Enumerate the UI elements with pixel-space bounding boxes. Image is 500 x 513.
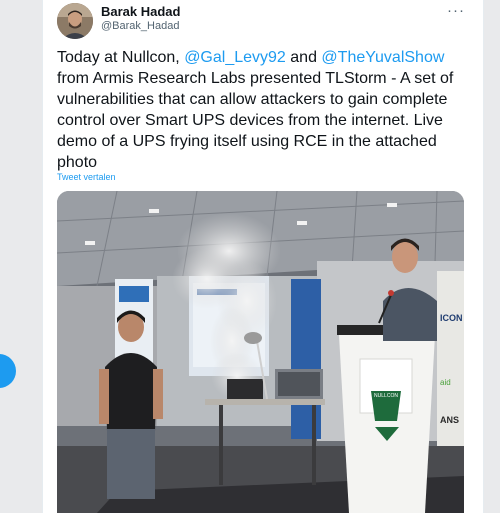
banner-side-text-3: ANS xyxy=(440,415,459,425)
banner-side-text-2: aid xyxy=(440,378,451,387)
tweet-text: Today at Nullcon, @Gal_Levy92 and @TheYu… xyxy=(57,47,469,173)
demo-photo-illustration: ICON aid ANS NULLCON xyxy=(57,191,464,513)
attached-photo[interactable]: ICON aid ANS NULLCON xyxy=(57,191,464,513)
author-name[interactable]: Barak Hadad xyxy=(101,4,180,19)
tweet-card: Barak Hadad @Barak_Hadad ··· Today at Nu… xyxy=(42,0,484,513)
tweet-text-part3: from Armis Research Labs presented TLSto… xyxy=(57,70,454,171)
more-options-button[interactable]: ··· xyxy=(447,2,465,19)
author-handle[interactable]: @Barak_Hadad xyxy=(101,20,179,32)
side-scroll-indicator[interactable] xyxy=(0,354,16,388)
podium-logo-text: NULLCON xyxy=(374,393,398,399)
mention-gal-levy[interactable]: @Gal_Levy92 xyxy=(184,49,286,66)
banner-side-text: ICON xyxy=(440,313,463,323)
tweet-text-part2: and xyxy=(285,49,322,66)
author-avatar[interactable] xyxy=(57,3,93,39)
translate-tweet-link[interactable]: Tweet vertalen xyxy=(57,172,116,182)
tweet-text-part1: Today at Nullcon, xyxy=(57,49,185,66)
avatar-photo xyxy=(57,3,93,39)
mention-the-yuval-show[interactable]: @TheYuvalShow xyxy=(321,49,444,66)
